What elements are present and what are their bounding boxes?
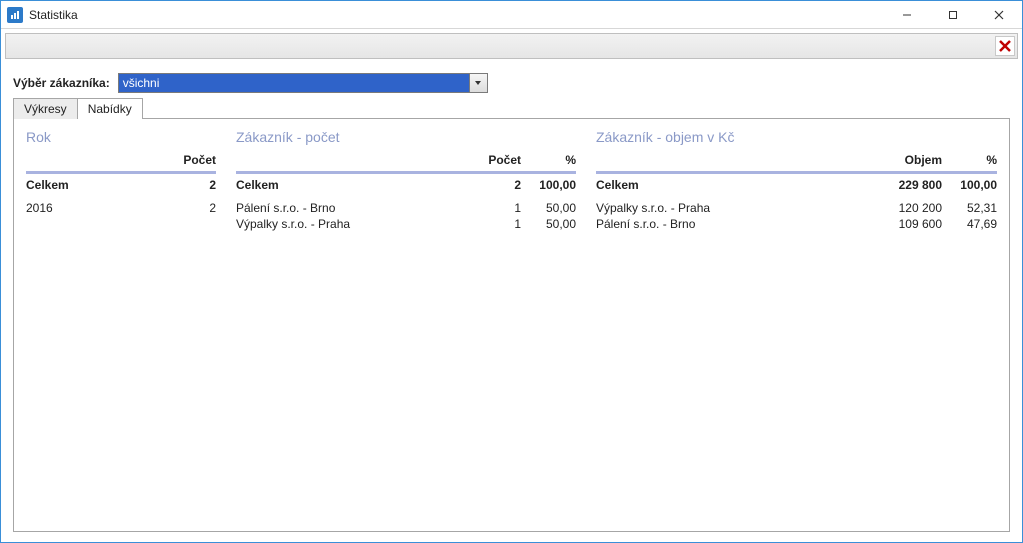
minimize-button[interactable] (884, 1, 930, 29)
col-header-count: Počet (481, 153, 521, 167)
table-row: Výpalky s.r.o. - Praha 120 200 52,31 (596, 200, 997, 216)
total-pct: 100,00 (521, 178, 576, 192)
total-label: Celkem (596, 178, 872, 192)
table-row: 2016 2 (26, 200, 216, 216)
customer-pct: 50,00 (521, 217, 576, 231)
table-row: Výpalky s.r.o. - Praha 1 50,00 (236, 216, 576, 232)
window-buttons (884, 1, 1022, 29)
customer-count: 1 (481, 201, 521, 215)
section-customer-volume-total: Celkem 229 800 100,00 (596, 174, 997, 194)
section-rok-total: Celkem 2 (26, 174, 216, 194)
app-icon (7, 7, 23, 23)
customer-count: 1 (481, 217, 521, 231)
total-count: 2 (176, 178, 216, 192)
chevron-down-icon (474, 76, 482, 90)
section-customer-count-title: Zákazník - počet (236, 129, 576, 151)
total-count: 2 (481, 178, 521, 192)
section-rok-header: Počet (26, 151, 216, 174)
customer-amount: 109 600 (872, 217, 942, 231)
customer-label: Pálení s.r.o. - Brno (596, 217, 872, 231)
col-header-pct: % (942, 153, 997, 167)
section-customer-count-total: Celkem 2 100,00 (236, 174, 576, 194)
maximize-button[interactable] (930, 1, 976, 29)
tab-vykresy[interactable]: Výkresy (13, 98, 78, 119)
titlebar: Statistika (1, 1, 1022, 29)
section-customer-volume: Zákazník - objem v Kč Objem % Celkem 229… (596, 129, 997, 232)
year-label: 2016 (26, 201, 176, 215)
table-row: Pálení s.r.o. - Brno 1 50,00 (236, 200, 576, 216)
section-customer-count: Zákazník - počet Počet % Celkem 2 100,00… (236, 129, 576, 232)
customer-amount: 120 200 (872, 201, 942, 215)
dropdown-toggle[interactable] (469, 74, 487, 92)
customer-filter-label: Výběr zákazníka: (13, 76, 110, 90)
section-customer-count-header: Počet % (236, 151, 576, 174)
app-window: Statistika Výběr zákazníka: všichni V (0, 0, 1023, 543)
stats-panel: Rok Počet Celkem 2 2016 2 (13, 118, 1010, 532)
customer-filter-value: všichni (119, 74, 469, 92)
customer-pct: 52,31 (942, 201, 997, 215)
customer-label: Výpalky s.r.o. - Praha (596, 201, 872, 215)
customer-filter-dropdown[interactable]: všichni (118, 73, 488, 93)
close-button[interactable] (995, 36, 1015, 56)
year-count: 2 (176, 201, 216, 215)
col-header-count: Počet (176, 153, 216, 167)
total-label: Celkem (26, 178, 176, 192)
section-rok: Rok Počet Celkem 2 2016 2 (26, 129, 216, 232)
customer-label: Výpalky s.r.o. - Praha (236, 217, 481, 231)
section-customer-volume-title: Zákazník - objem v Kč (596, 129, 997, 151)
toolbar (5, 33, 1018, 59)
section-rok-title: Rok (26, 129, 216, 151)
content: Výběr zákazníka: všichni Výkresy Nabídky… (1, 59, 1022, 542)
customer-label: Pálení s.r.o. - Brno (236, 201, 481, 215)
total-label: Celkem (236, 178, 481, 192)
tab-nabidky[interactable]: Nabídky (77, 98, 143, 119)
section-customer-volume-header: Objem % (596, 151, 997, 174)
tabstrip: Výkresy Nabídky (13, 98, 1010, 119)
window-title: Statistika (29, 8, 78, 22)
table-row: Pálení s.r.o. - Brno 109 600 47,69 (596, 216, 997, 232)
total-pct: 100,00 (942, 178, 997, 192)
customer-pct: 50,00 (521, 201, 576, 215)
col-header-pct: % (521, 153, 576, 167)
filter-row: Výběr zákazníka: všichni (13, 73, 1010, 93)
customer-pct: 47,69 (942, 217, 997, 231)
total-amount: 229 800 (872, 178, 942, 192)
close-icon (997, 38, 1013, 54)
col-header-amount: Objem (872, 153, 942, 167)
window-close-button[interactable] (976, 1, 1022, 29)
